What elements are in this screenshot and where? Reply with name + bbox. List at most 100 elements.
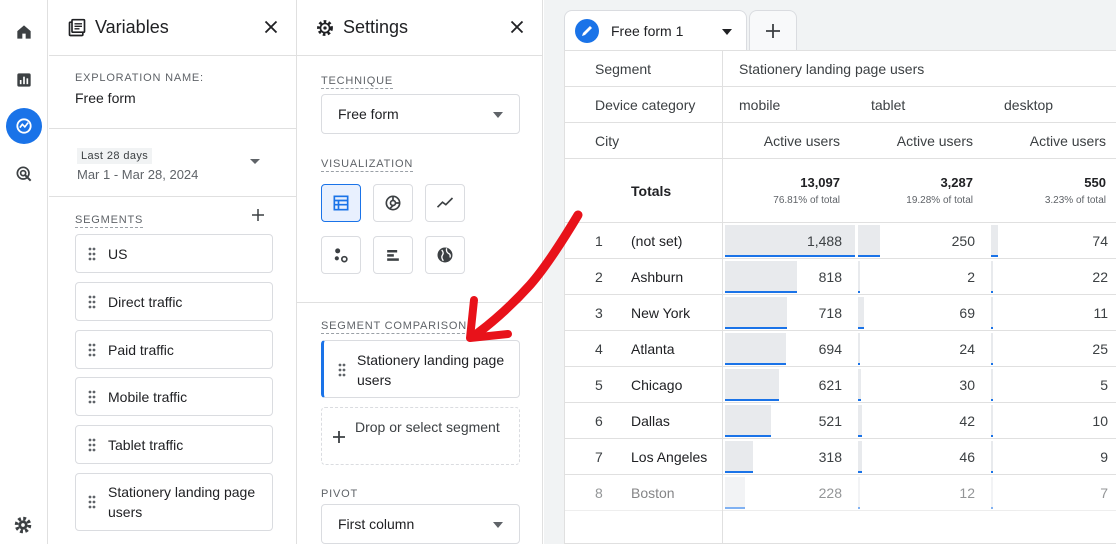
bar-chart-icon [387,250,399,261]
drop-segment-target[interactable]: Drop or select segment [321,407,520,465]
donut-viz-button[interactable] [373,184,413,222]
row-rank: 1 [595,232,603,249]
segment-card[interactable]: Stationery landing page users [75,473,273,531]
table-row[interactable]: 3 New York 718 69 11 [565,295,1116,331]
drag-handle-icon[interactable] [88,390,96,404]
cell-value: 24 [959,340,975,357]
data-bar [991,369,993,401]
segments-heading: SEGMENTS [75,210,144,228]
geo-viz-button[interactable] [425,236,465,274]
scatter-viz-button[interactable] [321,236,361,274]
chevron-down-icon [493,112,503,118]
segment-label: Tablet traffic [108,436,184,453]
cell-value: 818 [818,268,842,285]
bar-viz-button[interactable] [373,236,413,274]
row-rank: 8 [595,484,603,501]
drag-handle-icon[interactable] [88,247,96,261]
cell-tablet: 2 [858,259,991,294]
segment-card[interactable]: Paid traffic [75,330,273,369]
metric-header-mobile[interactable]: Active users [725,123,840,158]
row-rank: 6 [595,412,603,429]
metric-header-desktop[interactable]: Active users [991,123,1106,158]
total-mobile: 13,097 76.81% of total [725,159,840,222]
close-icon[interactable] [260,16,282,38]
drag-handle-icon[interactable] [338,363,346,377]
bar-chart-icon[interactable] [6,62,42,98]
technique-heading: TECHNIQUE [321,71,393,89]
total-value: 3,287 [940,175,973,190]
cell-mobile: 621 [725,367,858,402]
segment-label: Mobile traffic [108,388,188,405]
totals-row: Totals 13,097 76.81% of total 3,287 19.2… [565,159,1116,223]
drag-handle-icon[interactable] [88,295,96,309]
row-rank: 7 [595,448,603,465]
exploration-name-value[interactable]: Free form [75,90,204,106]
add-tab-button[interactable] [749,10,797,50]
segment-header: Segment [595,60,652,77]
row-city: Atlanta [631,340,675,357]
row-city: Dallas [631,412,670,429]
explore-icon[interactable] [6,108,42,144]
exploration-name-label: EXPLORATION NAME: [75,72,204,84]
cell-value: 22 [1092,268,1108,285]
data-bar [858,261,860,293]
table-row[interactable]: 8 Boston 228 12 7 [565,475,1116,511]
visualization-heading: VISUALIZATION [321,154,414,172]
comparison-segment-label: Stationery landing page users [357,352,505,388]
cell-value: 74 [1092,232,1108,249]
device-desktop[interactable]: desktop [1004,87,1053,122]
data-bar [991,477,993,509]
device-tablet[interactable]: tablet [871,87,905,122]
cell-value: 521 [818,412,842,429]
cell-desktop: 11 [991,295,1116,330]
cell-value: 30 [959,376,975,393]
table-viz-button[interactable] [321,184,361,222]
table-row[interactable]: 5 Chicago 621 30 5 [565,367,1116,403]
drag-handle-icon[interactable] [88,343,96,357]
cell-desktop: 22 [991,259,1116,294]
cell-mobile: 228 [725,475,858,510]
drag-handle-icon[interactable] [88,495,96,509]
advertising-icon[interactable] [6,156,42,192]
data-bar [725,369,779,401]
data-bar [858,441,862,473]
settings-gear-icon[interactable] [12,514,34,536]
segment-card[interactable]: Mobile traffic [75,377,273,416]
device-header-row: Device category mobile tablet desktop [565,87,1116,123]
add-segment-icon[interactable] [249,206,267,224]
segment-card[interactable]: Direct traffic [75,282,273,321]
metric-header-row: City Active users Active users Active us… [565,123,1116,159]
home-icon[interactable] [6,14,42,50]
segment-card[interactable]: Tablet traffic [75,425,273,464]
segment-label: US [108,245,128,262]
table-row[interactable]: 6 Dallas 521 42 10 [565,403,1116,439]
total-percent: 3.23% of total [1044,195,1106,206]
city-header[interactable]: City [595,123,619,158]
total-percent: 76.81% of total [773,195,840,206]
tab-free-form-1[interactable]: Free form 1 [564,10,747,50]
table-row[interactable]: 7 Los Angeles 318 46 9 [565,439,1116,475]
pivot-select[interactable]: First column [321,504,520,544]
segment-label: Direct traffic [108,293,183,310]
exploration-name: EXPLORATION NAME: Free form [75,72,204,106]
cell-tablet: 24 [858,331,991,366]
data-bar [991,441,993,473]
technique-select[interactable]: Free form [321,94,520,134]
segment-card[interactable]: US [75,234,273,273]
segments-label: SEGMENTS [75,214,144,228]
table-row[interactable]: 2 Ashburn 818 2 22 [565,259,1116,295]
device-mobile[interactable]: mobile [739,87,780,122]
metric-header-tablet[interactable]: Active users [858,123,973,158]
line-viz-button[interactable] [425,184,465,222]
comparison-segment-card[interactable]: Stationery landing page users [321,340,520,398]
chevron-down-icon[interactable] [722,29,732,35]
table-row[interactable]: 1 (not set) 1,488 250 74 [565,223,1116,259]
chevron-down-icon[interactable] [249,158,261,166]
drag-handle-icon[interactable] [88,438,96,452]
cell-mobile: 1,488 [725,223,858,258]
cell-tablet: 30 [858,367,991,402]
close-icon[interactable] [506,16,528,38]
table-row[interactable]: 4 Atlanta 694 24 25 [565,331,1116,367]
date-range-picker[interactable]: Last 28 days Mar 1 - Mar 28, 2024 [77,146,198,182]
cell-value: 621 [818,376,842,393]
